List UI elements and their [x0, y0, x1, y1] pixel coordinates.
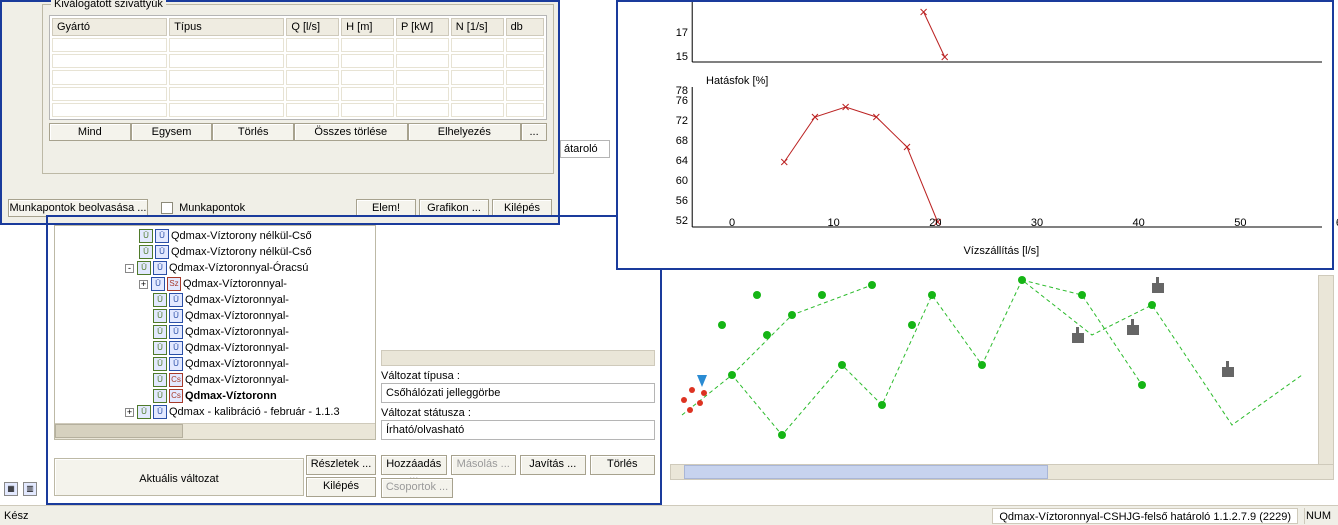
- chart-panel: 17 15 Hatásfok [%] 5256606468727678 0102…: [616, 0, 1334, 270]
- tree-item[interactable]: ÜÜQdmax-Víztoronnyal-: [55, 340, 375, 356]
- status-variant: Qdmax-Víztoronnyal-CSHJG-felső határoló …: [992, 508, 1298, 524]
- selected-pumps-group: Kiválogatott szivattyúk Gyártó Típus Q […: [42, 4, 554, 174]
- map-vscrollbar[interactable]: [1318, 275, 1334, 465]
- table-row[interactable]: [52, 70, 544, 84]
- col-type[interactable]: Típus: [169, 18, 284, 36]
- tree-item[interactable]: ÜÜQdmax-Víztorony nélkül-Cső: [55, 228, 375, 244]
- factory-icon: [1072, 277, 1234, 377]
- tree-item[interactable]: -ÜÜQdmax-Víztoronnyal-Óracsú: [55, 260, 375, 276]
- place-button[interactable]: Elhelyezés: [408, 123, 522, 141]
- col-db[interactable]: db: [506, 18, 544, 36]
- read-workpoints-button[interactable]: Munkapontok beolvasása ...: [8, 199, 148, 217]
- tree-item[interactable]: ÜÜQdmax-Víztoronnyal-: [55, 324, 375, 340]
- tree-item[interactable]: ÜÜQdmax-Víztoronnyal-: [55, 308, 375, 324]
- delete-all-button[interactable]: Összes törlése: [294, 123, 408, 141]
- all-button[interactable]: Mind: [49, 123, 131, 141]
- workpoints-checkbox[interactable]: Munkapontok: [161, 202, 245, 214]
- col-p[interactable]: P [kW]: [396, 18, 449, 36]
- toolbar-icon-2[interactable]: ▥: [23, 482, 37, 496]
- fix-button[interactable]: Javítás ...: [520, 455, 586, 475]
- copy-button[interactable]: Másolás ...: [451, 455, 517, 475]
- exit-button[interactable]: Kilépés: [492, 199, 552, 217]
- tree-item[interactable]: ÜÜQdmax-Víztoronnyal-: [55, 292, 375, 308]
- tree-item[interactable]: ÜÜQdmax-Víztorony nélkül-Cső: [55, 244, 375, 260]
- col-n[interactable]: N [1/s]: [451, 18, 504, 36]
- group-legend: Kiválogatott szivattyúk: [51, 0, 166, 10]
- tree-scrollbar[interactable]: [55, 423, 375, 439]
- table-row[interactable]: [52, 87, 544, 101]
- tower-icon: [697, 375, 707, 387]
- tree-item[interactable]: ÜÜQdmax-Víztoronnyal-: [55, 356, 375, 372]
- none-button[interactable]: Egysem: [131, 123, 213, 141]
- grafikon-button[interactable]: Grafikon ...: [419, 199, 489, 217]
- status-ready: Kész: [4, 508, 28, 524]
- table-row[interactable]: [52, 54, 544, 68]
- variant-status-label: Változat státusza :: [381, 407, 655, 419]
- variant-tree[interactable]: ÜÜQdmax-Víztorony nélkül-CsőÜÜQdmax-Vízt…: [54, 225, 376, 440]
- tree-item[interactable]: ÜCsQdmax-Víztoronn: [55, 388, 375, 404]
- pump-selection-dialog: Kiválogatott szivattyúk Gyártó Típus Q […: [0, 0, 560, 225]
- delete-button[interactable]: Törlés: [212, 123, 294, 141]
- chart2-xlabel: Vízszállítás [l/s]: [963, 245, 1039, 257]
- more-button[interactable]: ...: [521, 123, 547, 141]
- table-row[interactable]: [52, 38, 544, 52]
- col-h[interactable]: H [m]: [341, 18, 394, 36]
- variant-type-label: Változat típusa :: [381, 370, 655, 382]
- map-hscrollbar[interactable]: [670, 464, 1334, 480]
- col-q[interactable]: Q [l/s]: [286, 18, 339, 36]
- groups-button[interactable]: Csoportok ...: [381, 478, 453, 498]
- exit-button-2[interactable]: Kilépés: [306, 477, 376, 497]
- pump-grid[interactable]: Gyártó Típus Q [l/s] H [m] P [kW] N [1/s…: [49, 15, 547, 120]
- status-numlock: NUM: [1304, 508, 1332, 524]
- table-row[interactable]: [52, 103, 544, 117]
- current-variant-button[interactable]: Aktuális változat: [54, 458, 304, 496]
- network-map[interactable]: [670, 275, 1334, 465]
- status-bar: Kész Qdmax-Víztoronnyal-CSHJG-felső hatá…: [0, 505, 1338, 525]
- variant-type-value: Csőhálózati jelleggörbe: [381, 383, 655, 403]
- elem-button[interactable]: Elem!: [356, 199, 416, 217]
- toolbar-icon-1[interactable]: ▦: [4, 482, 18, 496]
- checkbox-icon: [161, 202, 173, 214]
- tree-item[interactable]: +ÜÜQdmax - kalibráció - február - 1.1.3: [55, 404, 375, 420]
- chart-efficiency: Hatásfok [%] 5256606468727678 0102030405…: [658, 77, 1322, 247]
- mid-scrollbar[interactable]: [381, 350, 655, 366]
- bg-storage-label: átaroló: [560, 140, 610, 158]
- col-manufacturer[interactable]: Gyártó: [52, 18, 167, 36]
- variant-status-value: Írható/olvasható: [381, 420, 655, 440]
- details-button[interactable]: Részletek ...: [306, 455, 376, 475]
- add-button[interactable]: Hozzáadás ...: [381, 455, 447, 475]
- chart-top: 17 15: [658, 2, 1322, 67]
- delete-variant-button[interactable]: Törlés: [590, 455, 656, 475]
- tree-item[interactable]: ÜCsQdmax-Víztoronnyal-: [55, 372, 375, 388]
- tree-item[interactable]: +ÜSzQdmax-Víztoronnyal-: [55, 276, 375, 292]
